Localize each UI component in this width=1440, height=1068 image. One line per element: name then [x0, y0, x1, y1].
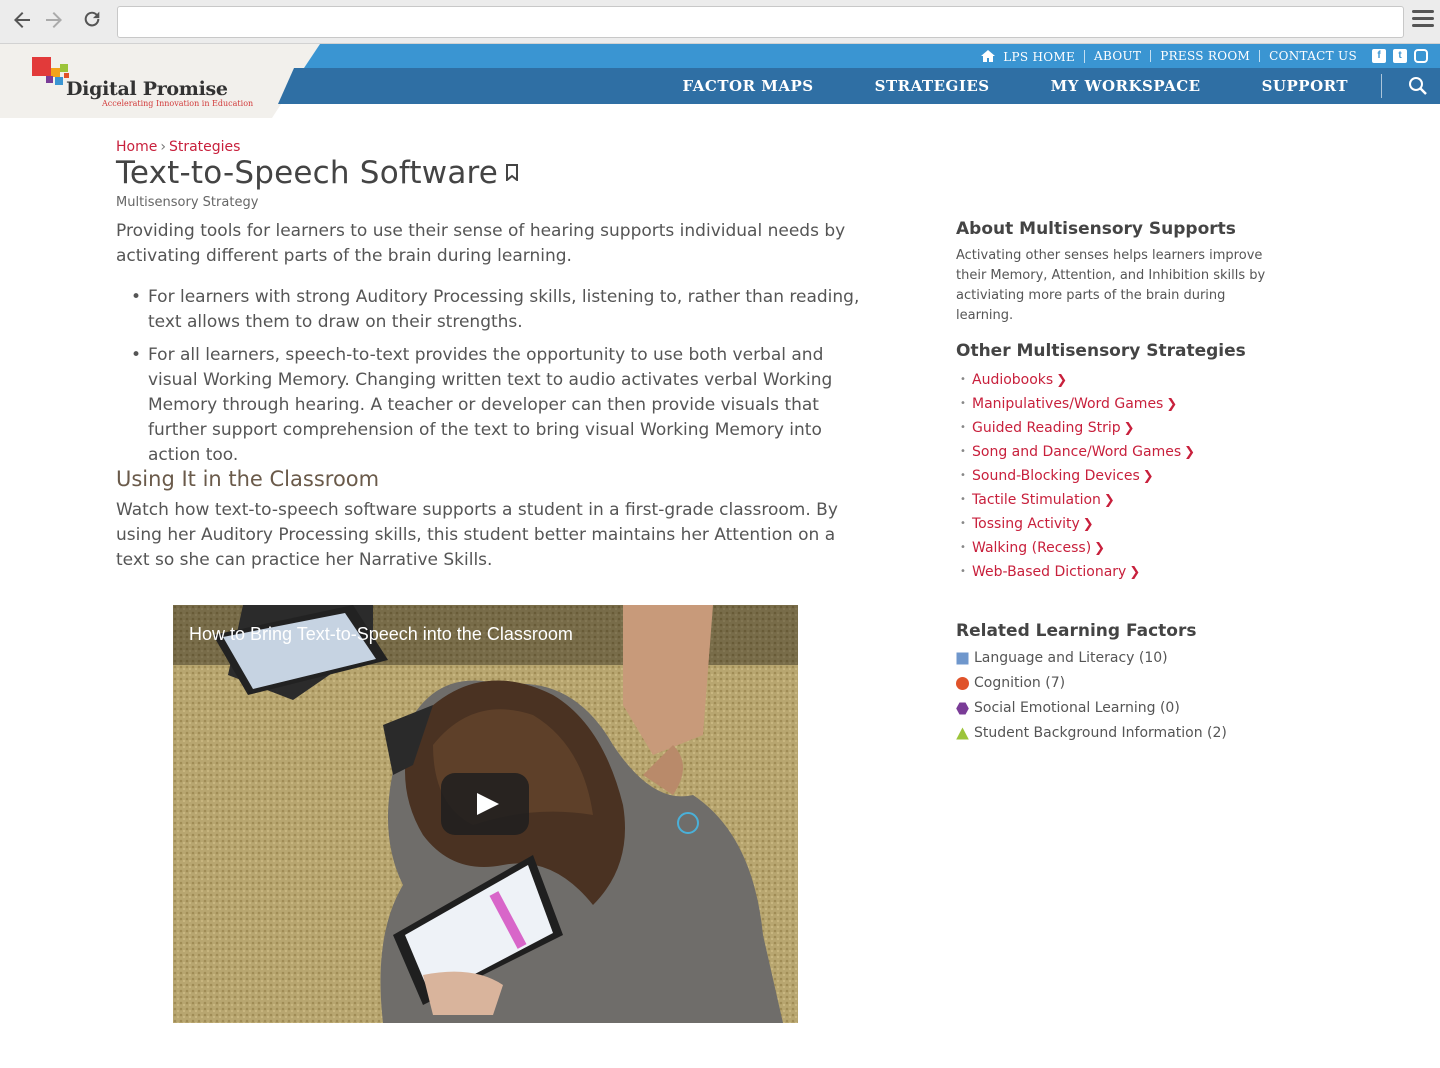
- related-factors-list: Language and Literacy (10) Cognition (7)…: [956, 646, 1227, 746]
- strategy-link-guided-reading-strip[interactable]: Guided Reading Strip❯: [956, 416, 1195, 440]
- browser-toolbar: [0, 0, 1440, 44]
- strategy-link-walking-recess[interactable]: Walking (Recess)❯: [956, 536, 1195, 560]
- factor-label: Cognition (7): [974, 675, 1066, 691]
- twitter-icon[interactable]: t: [1393, 49, 1407, 63]
- section-paragraph: Watch how text-to-speech software suppor…: [116, 500, 838, 570]
- about-text: Activating other senses helps learners i…: [956, 248, 1266, 323]
- strategy-label: Web-Based Dictionary: [972, 564, 1127, 580]
- nav-strategies[interactable]: STRATEGIES: [875, 77, 990, 95]
- strategy-label: Sound-Blocking Devices: [972, 468, 1140, 484]
- strategy-link-manipulatives[interactable]: Manipulatives/Word Games❯: [956, 392, 1195, 416]
- about-title: About Multisensory Supports: [956, 219, 1236, 239]
- factor-cognition[interactable]: Cognition (7): [956, 671, 1227, 696]
- strategy-label: Manipulatives/Word Games: [972, 396, 1164, 412]
- factor-language-and-literacy[interactable]: Language and Literacy (10): [956, 646, 1227, 671]
- chevron-right-icon: ❯: [1184, 445, 1196, 460]
- breadcrumb-separator: ›: [160, 139, 166, 155]
- address-bar[interactable]: [117, 6, 1404, 38]
- strategy-link-audiobooks[interactable]: Audiobooks❯: [956, 368, 1195, 392]
- square-icon: [956, 652, 969, 665]
- top-link-press-room[interactable]: PRESS ROOM: [1151, 50, 1261, 62]
- nav-support[interactable]: SUPPORT: [1262, 77, 1348, 95]
- intro-paragraph: Providing tools for learners to use thei…: [116, 221, 846, 266]
- chevron-right-icon: ❯: [1142, 469, 1154, 484]
- hexagon-icon: [956, 702, 969, 715]
- chevron-right-icon: ❯: [1129, 565, 1141, 580]
- chevron-right-icon: ❯: [1082, 517, 1094, 532]
- factor-social-emotional-learning[interactable]: Social Emotional Learning (0): [956, 696, 1227, 721]
- strategy-link-tossing-activity[interactable]: Tossing Activity❯: [956, 512, 1195, 536]
- strategy-link-tactile-stimulation[interactable]: Tactile Stimulation❯: [956, 488, 1195, 512]
- strategy-label: Tossing Activity: [972, 516, 1080, 532]
- nav-divider: [1381, 74, 1382, 98]
- main-nav: FACTOR MAPS STRATEGIES MY WORKSPACE SUPP…: [622, 68, 1440, 104]
- nav-factor-maps[interactable]: FACTOR MAPS: [683, 77, 814, 95]
- top-link-about[interactable]: ABOUT: [1085, 50, 1152, 62]
- strategy-link-song-and-dance[interactable]: Song and Dance/Word Games❯: [956, 440, 1195, 464]
- factor-label: Student Background Information (2): [974, 725, 1227, 741]
- strategy-label: Walking (Recess): [972, 540, 1092, 556]
- strategy-label: Tactile Stimulation: [972, 492, 1101, 508]
- other-strategies-list: Audiobooks❯ Manipulatives/Word Games❯ Gu…: [956, 368, 1195, 584]
- related-factors-title: Related Learning Factors: [956, 621, 1197, 641]
- page-subtitle: Multisensory Strategy: [116, 195, 259, 210]
- top-link-label: LPS HOME: [1003, 49, 1076, 64]
- play-button[interactable]: [441, 773, 529, 835]
- site-header: Digital Promise Accelerating Innovation …: [0, 44, 1440, 118]
- top-link-lps-home[interactable]: LPS HOME: [972, 49, 1086, 64]
- arrow-right-icon[interactable]: [40, 8, 68, 36]
- top-link-contact-us[interactable]: CONTACT US: [1260, 50, 1366, 62]
- factor-label: Social Emotional Learning (0): [974, 700, 1180, 716]
- chevron-right-icon: ❯: [1094, 541, 1106, 556]
- page-title-block: Text-to-Speech Software: [116, 155, 519, 191]
- arrow-left-icon[interactable]: [8, 8, 36, 36]
- other-strategies-title: Other Multisensory Strategies: [956, 341, 1246, 361]
- chevron-right-icon: ❯: [1103, 493, 1115, 508]
- triangle-icon: [956, 727, 969, 740]
- chevron-right-icon: ❯: [1123, 421, 1135, 436]
- strategy-label: Audiobooks: [972, 372, 1054, 388]
- video-player[interactable]: How to Bring Text-to-Speech into the Cla…: [173, 605, 798, 1023]
- strategy-label: Guided Reading Strip: [972, 420, 1121, 436]
- utility-links: LPS HOME ABOUT PRESS ROOM CONTACT US f t: [972, 44, 1440, 68]
- page-title: Text-to-Speech Software: [116, 155, 499, 191]
- list-item: For learners with strong Auditory Proces…: [116, 285, 866, 335]
- bookmark-icon[interactable]: [506, 164, 519, 181]
- factor-student-background-information[interactable]: Student Background Information (2): [956, 721, 1227, 746]
- hamburger-menu-icon[interactable]: [1412, 10, 1434, 32]
- reload-icon[interactable]: [78, 8, 106, 36]
- chevron-right-icon: ❯: [1166, 397, 1178, 412]
- strategy-label: Song and Dance/Word Games: [972, 444, 1182, 460]
- strategy-link-sound-blocking-devices[interactable]: Sound-Blocking Devices❯: [956, 464, 1195, 488]
- video-title: How to Bring Text-to-Speech into the Cla…: [189, 624, 573, 644]
- breadcrumb-home[interactable]: Home: [116, 139, 157, 155]
- chevron-right-icon: ❯: [1056, 373, 1068, 388]
- search-icon[interactable]: [1408, 76, 1428, 96]
- section-title: Using It in the Classroom: [116, 467, 380, 491]
- breadcrumb-strategies[interactable]: Strategies: [169, 139, 241, 155]
- home-icon: [981, 49, 996, 62]
- nav-my-workspace[interactable]: MY WORKSPACE: [1051, 77, 1201, 95]
- list-item: For all learners, speech-to-text provide…: [116, 343, 866, 468]
- logo-name: Digital Promise: [66, 78, 228, 100]
- breadcrumb: Home › Strategies: [116, 139, 240, 155]
- strategy-link-web-based-dictionary[interactable]: Web-Based Dictionary❯: [956, 560, 1195, 584]
- logo-tagline: Accelerating Innovation in Education: [102, 99, 254, 108]
- social-links: f t: [1372, 49, 1428, 63]
- circle-icon: [956, 677, 969, 690]
- facebook-icon[interactable]: f: [1372, 49, 1386, 63]
- benefits-list: For learners with strong Auditory Proces…: [116, 285, 866, 476]
- factor-label: Language and Literacy (10): [974, 650, 1168, 666]
- instagram-icon[interactable]: [1414, 49, 1428, 63]
